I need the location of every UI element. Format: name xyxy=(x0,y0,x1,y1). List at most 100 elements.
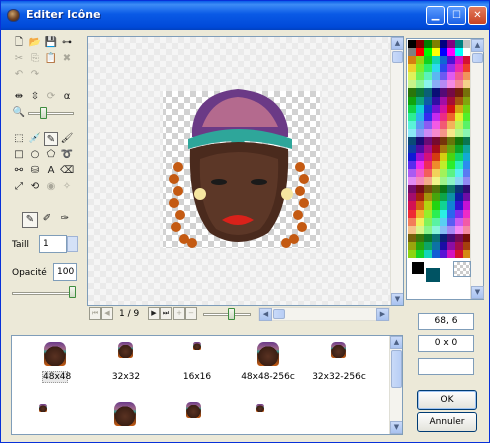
copy-icon[interactable]: ⎘ xyxy=(28,52,42,66)
palette-swatch[interactable] xyxy=(431,161,440,170)
redo-icon[interactable]: ↷ xyxy=(28,68,42,82)
previous-page-icon[interactable]: ◀ xyxy=(101,307,113,320)
palette-swatch[interactable] xyxy=(408,96,416,105)
brush-icon[interactable]: 🖌 xyxy=(60,132,74,146)
formats-scroll-thumb[interactable] xyxy=(391,350,402,388)
palette-swatch[interactable] xyxy=(423,177,432,186)
delete-icon[interactable]: ✖ xyxy=(60,52,74,66)
palette-swatch[interactable] xyxy=(447,104,456,113)
palette-swatch[interactable] xyxy=(447,136,456,145)
palette-swatch[interactable] xyxy=(408,80,416,89)
palette-swatch[interactable] xyxy=(415,96,424,105)
paste-icon[interactable]: 📋 xyxy=(44,52,58,66)
palette-swatch[interactable] xyxy=(455,169,464,178)
palette-swatch[interactable] xyxy=(447,72,456,81)
new-icon[interactable]: 🗋 xyxy=(12,36,26,50)
palette-swatch[interactable] xyxy=(423,128,432,137)
palette-swatch[interactable] xyxy=(455,233,464,242)
undo-icon[interactable]: ↶ xyxy=(12,68,26,82)
palette-swatch[interactable] xyxy=(455,120,464,129)
rotate-icon[interactable]: ⟳ xyxy=(44,90,58,104)
palette-swatch[interactable] xyxy=(423,72,432,81)
palette-swatch[interactable] xyxy=(423,225,432,234)
palette-swatch[interactable] xyxy=(423,161,432,170)
palette-swatch[interactable] xyxy=(408,225,416,234)
open-folder-icon[interactable]: 📂 xyxy=(28,36,42,50)
palette-swatch[interactable] xyxy=(423,193,432,202)
format-item-16x16[interactable]: 16x16 xyxy=(162,340,232,382)
palette-scroll-thumb[interactable] xyxy=(472,53,483,63)
minimize-button[interactable]: ▁ xyxy=(426,6,445,25)
palette-swatch[interactable] xyxy=(439,193,448,202)
palette-swatch[interactable] xyxy=(431,96,440,105)
palette-swatch[interactable] xyxy=(447,217,456,226)
palette-swatch[interactable] xyxy=(439,185,448,194)
palette-swatch[interactable] xyxy=(447,233,456,242)
drawing-canvas[interactable] xyxy=(88,37,392,305)
palette-swatch[interactable] xyxy=(423,201,432,210)
rotate-tool-icon[interactable]: ⟲ xyxy=(28,180,42,194)
palette-swatch[interactable] xyxy=(455,185,464,194)
palette-swatch[interactable] xyxy=(431,48,440,57)
palette-swatch[interactable] xyxy=(415,153,424,162)
flip-horizontal-icon[interactable]: ⇹ xyxy=(12,90,26,104)
palette-swatch[interactable] xyxy=(408,177,416,186)
palette-swatch[interactable] xyxy=(439,128,448,137)
palette-swatch[interactable] xyxy=(408,120,416,129)
palette-swatch[interactable] xyxy=(455,96,464,105)
palette-swatch[interactable] xyxy=(408,88,416,97)
palette-swatch[interactable] xyxy=(455,112,464,121)
palette-swatch[interactable] xyxy=(431,225,440,234)
palette-swatch[interactable] xyxy=(431,209,440,218)
palette-swatch[interactable] xyxy=(455,161,464,170)
palette-swatch[interactable] xyxy=(408,249,416,258)
palette-swatch[interactable] xyxy=(423,209,432,218)
lasso-icon[interactable]: ➰ xyxy=(60,148,74,162)
format-item-48x48[interactable]: 48x48 xyxy=(20,340,90,383)
palette-swatch[interactable] xyxy=(447,193,456,202)
scroll-up-icon[interactable]: ▲ xyxy=(391,37,403,50)
palette-swatch[interactable] xyxy=(415,48,424,57)
palette-swatch[interactable] xyxy=(439,225,448,234)
palette-swatch[interactable] xyxy=(447,56,456,65)
palette-swatch[interactable] xyxy=(447,153,456,162)
palette-swatch[interactable] xyxy=(439,56,448,65)
palette-swatch[interactable] xyxy=(423,136,432,145)
palette-swatch[interactable] xyxy=(408,153,416,162)
palette-swatch[interactable] xyxy=(408,112,416,121)
palette-swatch[interactable] xyxy=(431,217,440,226)
palette-swatch[interactable] xyxy=(423,241,432,250)
zoom-slider-track[interactable] xyxy=(28,112,74,115)
binoculars-icon[interactable]: ⊶ xyxy=(60,36,74,50)
palette-swatch[interactable] xyxy=(415,209,424,218)
palette-swatch[interactable] xyxy=(431,201,440,210)
palette-swatch[interactable] xyxy=(415,128,424,137)
palette-swatch[interactable] xyxy=(431,120,440,129)
palette-swatch[interactable] xyxy=(423,88,432,97)
palette-swatch[interactable] xyxy=(447,64,456,73)
palette-swatch[interactable] xyxy=(455,177,464,186)
palette-swatch[interactable] xyxy=(455,241,464,250)
palette-swatch[interactable] xyxy=(423,96,432,105)
palette-swatch[interactable] xyxy=(439,177,448,186)
palette-swatch[interactable] xyxy=(431,72,440,81)
palette-swatch[interactable] xyxy=(447,112,456,121)
canvas-horizontal-scrollbar[interactable]: ◀ ▶ xyxy=(258,307,390,321)
foreground-color-swatch[interactable] xyxy=(411,261,425,275)
palette-swatch[interactable] xyxy=(455,217,464,226)
canvas-zoom-slider-thumb[interactable] xyxy=(227,308,235,320)
palette-swatch[interactable] xyxy=(455,136,464,145)
palette-swatch[interactable] xyxy=(439,120,448,129)
palette-swatch[interactable] xyxy=(415,144,424,154)
palette-swatch[interactable] xyxy=(439,209,448,218)
palette-swatch[interactable] xyxy=(455,56,464,65)
palette-swatch[interactable] xyxy=(439,217,448,226)
palette-swatch[interactable] xyxy=(447,88,456,97)
palette-swatch[interactable] xyxy=(423,104,432,113)
palette-swatch[interactable] xyxy=(431,169,440,178)
palette-swatch[interactable] xyxy=(447,201,456,210)
palette-swatch[interactable] xyxy=(439,48,448,57)
background-color-swatch[interactable] xyxy=(425,267,441,283)
palette-swatch[interactable] xyxy=(447,48,456,57)
palette-swatch[interactable] xyxy=(415,88,424,97)
